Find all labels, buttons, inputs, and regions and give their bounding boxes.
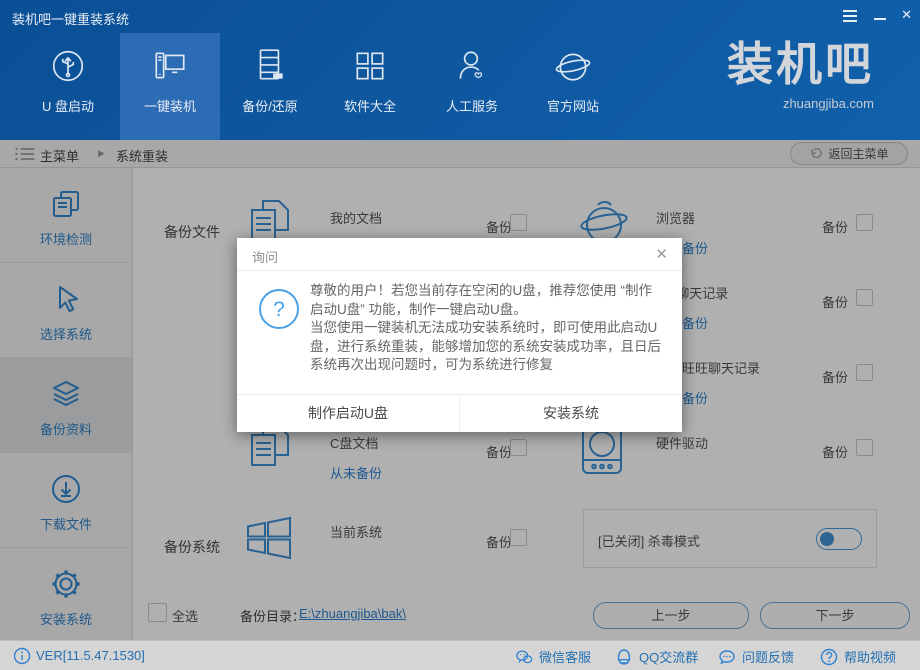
- server-icon: [259, 49, 283, 80]
- wechat-icon: [516, 650, 533, 663]
- brand-logo: 装机吧 zhuangjiba.com: [684, 34, 874, 111]
- brand-logo-text: 装机吧: [727, 38, 874, 90]
- help-video-label: 帮助视频: [844, 650, 897, 665]
- computer-icon: [155, 52, 185, 79]
- nav-label: U 盘启动: [41, 99, 94, 114]
- qq-group-label: QQ交流群: [639, 650, 699, 665]
- person-icon: [459, 51, 483, 79]
- statusbar: VER[11.5.47.1530] 微信客服 QQ交流群 问题反馈 帮助视频: [0, 640, 920, 670]
- version-text: VER[11.5.47.1530]: [36, 648, 145, 663]
- close-icon[interactable]: ✕: [901, 8, 912, 22]
- dialog-footer: 制作启动U盘 安装系统: [237, 394, 682, 432]
- make-boot-usb-button[interactable]: 制作启动U盘: [237, 395, 460, 432]
- help-video-link[interactable]: 帮助视频: [820, 647, 896, 666]
- nav-label: 软件大全: [343, 99, 396, 114]
- nav-label: 备份/还原: [242, 99, 298, 114]
- nav-item-official-site[interactable]: 官方网站: [523, 33, 623, 140]
- brand-logo-domain: zhuangjiba.com: [782, 96, 874, 111]
- nav-item-software[interactable]: 软件大全: [320, 33, 420, 140]
- nav-item-one-key-install[interactable]: 一键装机: [120, 33, 220, 140]
- dialog-title: 询问: [252, 250, 279, 265]
- globe-icon: [555, 53, 591, 81]
- apps-grid-icon: [356, 52, 384, 80]
- install-system-button[interactable]: 安装系统: [460, 395, 682, 432]
- info-icon: [13, 647, 31, 665]
- menu-icon[interactable]: [843, 8, 859, 22]
- window-title: 装机吧一键重装系统: [12, 12, 130, 27]
- feedback-link[interactable]: 问题反馈: [718, 647, 794, 666]
- nav-label: 官方网站: [546, 99, 599, 114]
- inquiry-dialog: 询问 ✕ ? 尊敬的用户！若您当前存在空闲的U盘，推荐您使用 “制作启动U盘” …: [237, 238, 682, 432]
- feedback-label: 问题反馈: [742, 650, 795, 665]
- help-icon: [820, 648, 838, 665]
- usb-icon: [52, 50, 84, 82]
- nav-item-support[interactable]: 人工服务: [422, 33, 522, 140]
- wechat-support-label: 微信客服: [539, 650, 592, 665]
- dialog-close-icon[interactable]: ✕: [655, 245, 668, 263]
- app-window: 装机吧一键重装系统 ✕ U 盘启动 一键装机 备份/还原 软件大全 人工服务 官…: [0, 0, 920, 670]
- feedback-bubble-icon: [719, 649, 735, 664]
- minimize-icon[interactable]: [873, 8, 887, 22]
- dialog-message: 尊敬的用户！若您当前存在空闲的U盘，推荐您使用 “制作启动U盘” 功能，制作一键…: [310, 282, 662, 375]
- nav-item-usb-boot[interactable]: U 盘启动: [18, 33, 118, 140]
- qq-icon: [617, 648, 631, 665]
- nav-item-backup-restore[interactable]: 备份/还原: [220, 33, 320, 140]
- question-mark-icon: ?: [259, 289, 299, 329]
- dialog-message-line2: 当您使用一键装机无法成功安装系统时，即可使用此启动U盘，进行系统重装，能够增加您…: [310, 320, 661, 372]
- header: 装机吧一键重装系统 ✕ U 盘启动 一键装机 备份/还原 软件大全 人工服务 官…: [0, 0, 920, 140]
- wechat-support-link[interactable]: 微信客服: [515, 647, 591, 666]
- window-controls: ✕: [843, 8, 912, 22]
- nav-label: 一键装机: [143, 99, 196, 114]
- nav-label: 人工服务: [445, 99, 498, 114]
- dialog-divider: [237, 270, 682, 271]
- dialog-message-line1: 尊敬的用户！若您当前存在空闲的U盘，推荐您使用 “制作启动U盘” 功能，制作一键…: [310, 283, 652, 317]
- qq-group-link[interactable]: QQ交流群: [615, 647, 698, 666]
